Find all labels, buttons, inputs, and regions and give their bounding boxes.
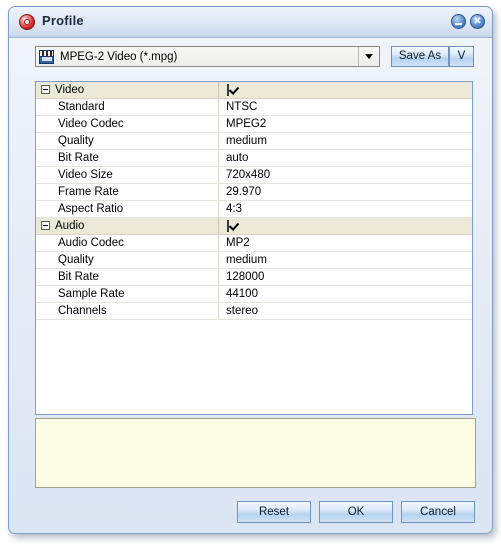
video-enabled-checkbox[interactable] [227, 84, 229, 96]
row-value[interactable]: NTSC [219, 101, 472, 113]
row-label: Channels [58, 305, 107, 317]
row-value[interactable]: 128000 [219, 271, 472, 283]
profile-select-value: MPEG-2 Video (*.mpg) [60, 50, 178, 63]
save-as-dropdown-button[interactable]: V [449, 46, 474, 67]
table-row[interactable]: Video Codec MPEG2 [36, 116, 472, 133]
property-grid[interactable]: Video Standard NTSC Video Codec MPEG2 Qu… [35, 81, 473, 415]
row-value[interactable]: medium [219, 254, 472, 266]
collapse-icon[interactable] [41, 221, 50, 230]
row-label: Aspect Ratio [58, 203, 124, 215]
table-row[interactable]: Frame Rate 29.970 [36, 184, 472, 201]
chevron-down-icon[interactable] [358, 47, 379, 66]
save-as-button[interactable]: Save As [391, 46, 449, 67]
minimize-icon[interactable] [451, 14, 466, 29]
row-value[interactable]: medium [219, 135, 472, 147]
close-icon[interactable]: ✕ [470, 14, 485, 29]
table-row[interactable]: Quality medium [36, 133, 472, 150]
row-label: Video Codec [58, 118, 124, 130]
table-row[interactable]: Sample Rate 44100 [36, 286, 472, 303]
row-label: Bit Rate [58, 271, 99, 283]
table-row[interactable]: Video Size 720x480 [36, 167, 472, 184]
titlebar: Profile ✕ [9, 7, 492, 38]
window-title: Profile [42, 13, 84, 28]
table-row[interactable]: Standard NTSC [36, 99, 472, 116]
row-label: Standard [58, 101, 105, 113]
grid-section-checkbox-cell [219, 84, 472, 96]
row-label: Audio Codec [58, 237, 124, 249]
dialog-button-bar: Reset OK Cancel [9, 497, 492, 527]
row-value[interactable]: 720x480 [219, 169, 472, 181]
audio-enabled-checkbox[interactable] [227, 220, 229, 232]
table-row[interactable]: Quality medium [36, 252, 472, 269]
film-clapper-icon [39, 49, 54, 64]
row-label: Quality [58, 254, 94, 266]
row-label: Video Size [58, 169, 113, 181]
ok-button[interactable]: OK [319, 501, 393, 523]
table-row[interactable]: Aspect Ratio 4:3 [36, 201, 472, 218]
row-label: Bit Rate [58, 152, 99, 164]
row-value[interactable]: MP2 [219, 237, 472, 249]
profile-select[interactable]: MPEG-2 Video (*.mpg) [35, 46, 380, 67]
row-value[interactable]: stereo [219, 305, 472, 317]
row-label: Sample Rate [58, 288, 125, 300]
gear-icon [19, 14, 35, 30]
collapse-icon[interactable] [41, 85, 50, 94]
row-value[interactable]: 44100 [219, 288, 472, 300]
grid-section-label: Audio [55, 220, 85, 232]
description-panel [35, 418, 476, 488]
row-label: Frame Rate [58, 186, 119, 198]
row-label: Quality [58, 135, 94, 147]
row-value[interactable]: auto [219, 152, 472, 164]
table-row[interactable]: Audio Codec MP2 [36, 235, 472, 252]
row-value[interactable]: 4:3 [219, 203, 472, 215]
reset-button[interactable]: Reset [237, 501, 311, 523]
cancel-button[interactable]: Cancel [401, 501, 475, 523]
toolbar: MPEG-2 Video (*.mpg) Save As V [9, 38, 492, 74]
window-controls: ✕ [451, 14, 485, 29]
table-row[interactable]: Bit Rate 128000 [36, 269, 472, 286]
table-row[interactable]: Channels stereo [36, 303, 472, 320]
grid-section-label: Video [55, 84, 85, 96]
table-row[interactable]: Bit Rate auto [36, 150, 472, 167]
profile-dialog-window: Profile ✕ MPEG-2 Video (*.mpg) Save As V… [8, 6, 493, 534]
grid-section-checkbox-cell [219, 220, 472, 232]
grid-section-audio[interactable]: Audio [36, 218, 472, 235]
row-value[interactable]: 29.970 [219, 186, 472, 198]
grid-section-video[interactable]: Video [36, 82, 472, 99]
row-value[interactable]: MPEG2 [219, 118, 472, 130]
